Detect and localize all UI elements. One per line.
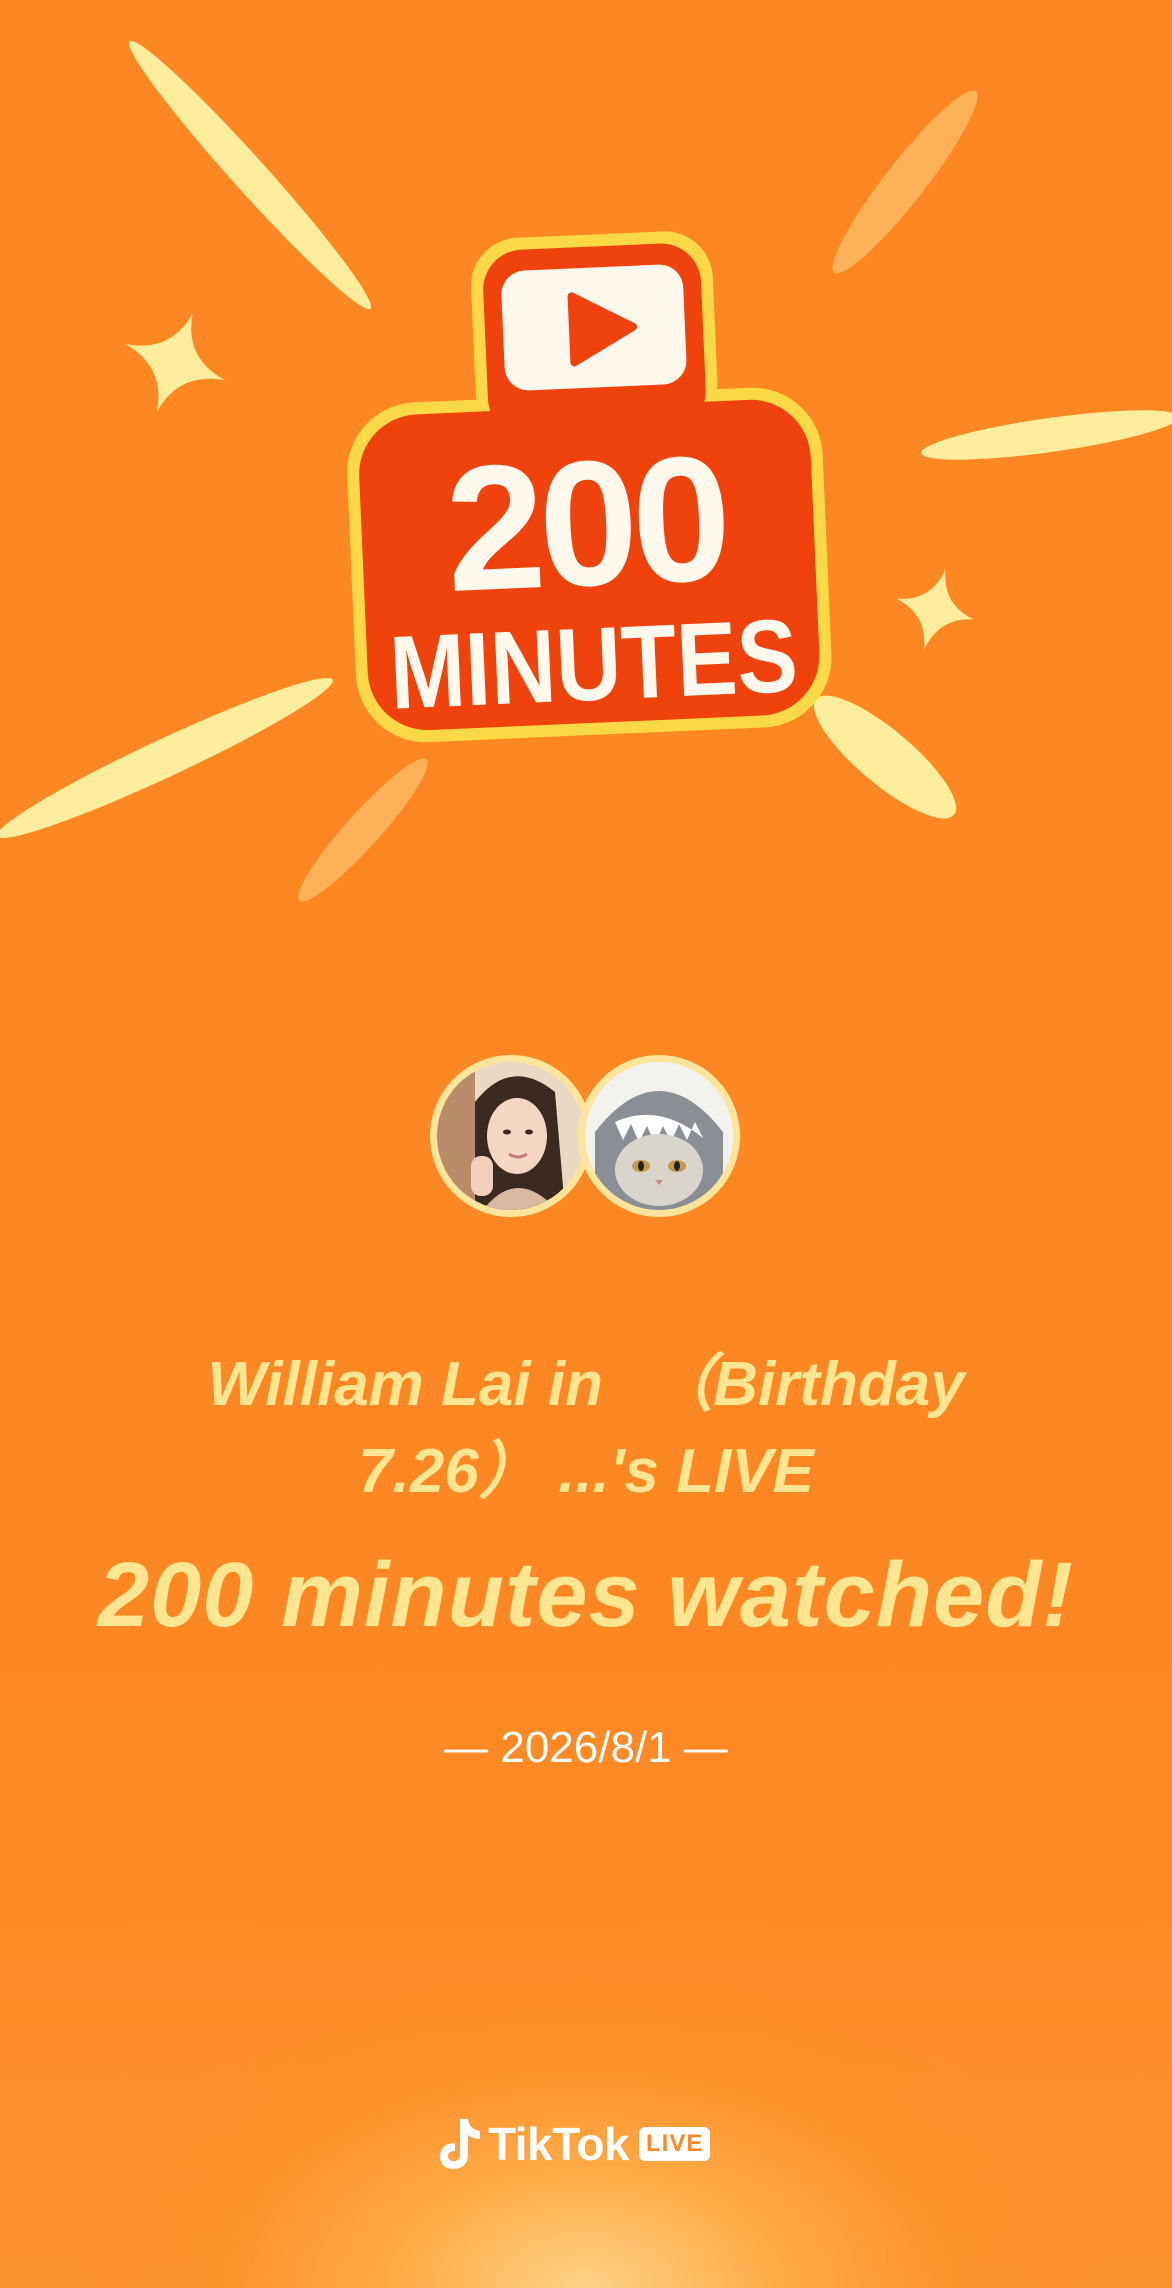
user-photo-avatar[interactable] — [430, 1055, 592, 1217]
stream-name-line-1: William Lai in （Birthday — [207, 1350, 965, 1419]
participant-avatars — [430, 1055, 742, 1225]
date-row: — 2026/8/1 — — [0, 1720, 1172, 1776]
date-dash-left: — — [444, 1723, 489, 1772]
sparkle-icon — [125, 313, 225, 412]
date-value: 2026/8/1 — [500, 1723, 672, 1772]
date-dash-right: — — [683, 1723, 728, 1772]
brand-name: TikTok — [488, 2118, 630, 2170]
tiktok-live-logo: TikTok LIVE — [436, 2108, 711, 2180]
milestone-headline: 200 minutes watched! — [97, 1544, 1075, 1646]
tiktok-note-icon — [440, 2119, 480, 2169]
milestone-badge: 200 MINUTES — [0, 40, 1172, 902]
live-badge: LIVE — [639, 2127, 711, 2161]
badge-unit-label: MINUTES — [387, 598, 800, 732]
sparkle-icon — [896, 569, 974, 650]
cat-in-shark-hat-avatar[interactable] — [578, 1055, 740, 1217]
stream-name-line-2: 7.26） ...'s LIVE — [358, 1437, 814, 1506]
badge-number: 200 — [442, 418, 729, 629]
